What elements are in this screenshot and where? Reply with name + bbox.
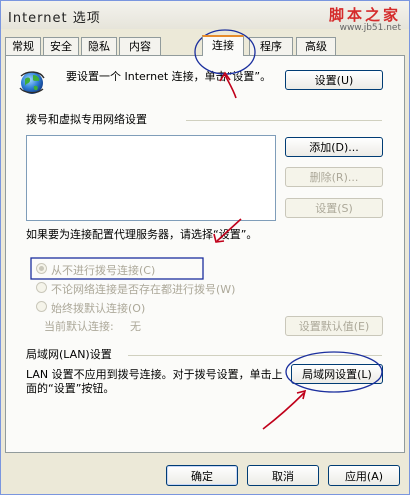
dialup-divider	[186, 120, 382, 121]
radio-always-default[interactable]: 始终拨默认连接(O)	[36, 300, 206, 315]
setup-button[interactable]: 设置(U)	[285, 70, 383, 90]
tab-general[interactable]: 常规	[5, 37, 41, 55]
cancel-button[interactable]: 取消	[247, 465, 319, 486]
radio-circle	[36, 282, 47, 293]
radio-dial-whenever-label: 不论网络连接是否存在都进行拨号(W)	[51, 283, 236, 296]
radio-circle	[36, 301, 47, 312]
lan-divider	[128, 355, 382, 356]
remove-button[interactable]: 删除(R)...	[285, 167, 383, 187]
proxy-hint: 如果要为连接配置代理服务器，请选择“设置”。	[26, 228, 258, 241]
add-button[interactable]: 添加(D)...	[285, 137, 383, 157]
tab-advanced[interactable]: 高级	[296, 37, 336, 55]
radio-circle	[36, 263, 47, 274]
watermark-url: www.jb51.net	[339, 23, 401, 33]
window-title: Internet 选项	[8, 11, 101, 26]
set-default-button[interactable]: 设置默认值(E)	[285, 316, 383, 336]
radio-never-dial-label: 从不进行拨号连接(C)	[51, 264, 156, 277]
lan-settings-button[interactable]: 局域网设置(L)	[291, 364, 383, 384]
dialog-footer: 确定 取消 应用(A)	[1, 453, 409, 494]
tab-programs[interactable]: 程序	[249, 37, 293, 55]
connections-list[interactable]	[26, 135, 276, 221]
lan-description: LAN 设置不应用到拨号连接。对于拨号设置，单击上面的“设置”按钮。	[26, 368, 283, 395]
current-default-value: 无	[130, 320, 141, 333]
tab-privacy[interactable]: 隐私	[81, 37, 117, 55]
watermark-site: 脚本之家	[328, 6, 401, 24]
connections-panel: 要设置一个 Internet 连接，单击“设置”。 设置(U) 拨号和虚拟专用网…	[5, 55, 405, 453]
dialup-heading: 拨号和虚拟专用网络设置	[26, 113, 147, 126]
setup-instruction: 要设置一个 Internet 连接，单击“设置”。	[66, 70, 272, 83]
current-default-label: 当前默认连接:	[44, 320, 114, 333]
radio-dial-whenever[interactable]: 不论网络连接是否存在都进行拨号(W)	[36, 281, 276, 296]
internet-options-dialog: Internet 选项 脚本之家 www.jb51.net 常规 安全 隐私 内…	[0, 0, 410, 495]
globe-icon	[19, 71, 45, 94]
tab-security[interactable]: 安全	[43, 37, 79, 55]
ok-button[interactable]: 确定	[166, 465, 238, 486]
radio-never-dial[interactable]: 从不进行拨号连接(C)	[36, 262, 206, 277]
tab-content[interactable]: 内容	[119, 37, 161, 55]
lan-heading: 局域网(LAN)设置	[26, 348, 112, 361]
tab-connections[interactable]: 连接	[202, 35, 244, 56]
title-bar: Internet 选项 脚本之家 www.jb51.net	[1, 1, 409, 33]
dialup-settings-button[interactable]: 设置(S)	[285, 198, 383, 218]
radio-always-default-label: 始终拨默认连接(O)	[51, 302, 146, 315]
tab-strip: 常规 安全 隐私 内容 连接 程序 高级	[5, 35, 405, 56]
apply-button[interactable]: 应用(A)	[328, 465, 400, 486]
